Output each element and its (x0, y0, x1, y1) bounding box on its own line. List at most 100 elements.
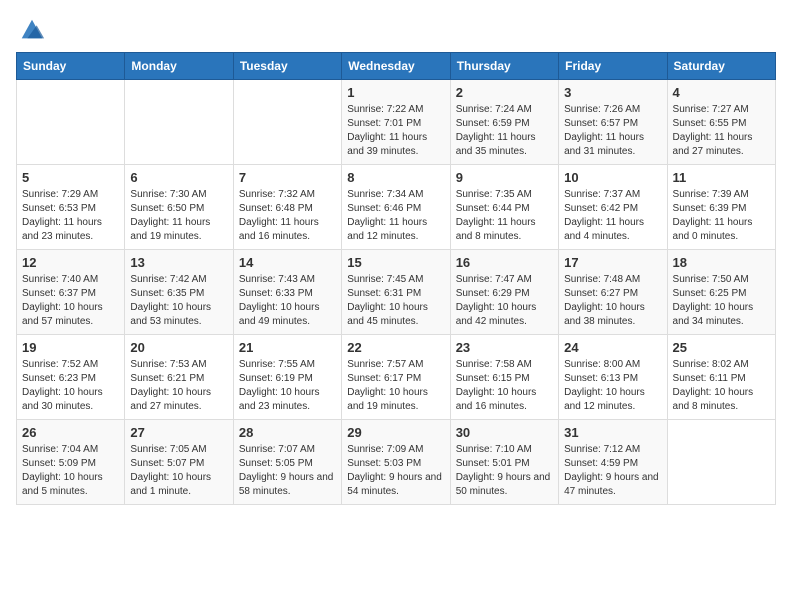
day-number: 10 (564, 170, 661, 185)
day-number: 22 (347, 340, 444, 355)
day-info: Sunrise: 7:10 AM Sunset: 5:01 PM Dayligh… (456, 443, 553, 499)
day-info: Sunrise: 7:58 AM Sunset: 6:15 PM Dayligh… (456, 358, 553, 414)
day-info: Sunrise: 7:35 AM Sunset: 6:44 PM Dayligh… (456, 188, 553, 244)
calendar-cell: 4 Sunrise: 7:27 AM Sunset: 6:55 PM Daylig… (667, 80, 775, 165)
day-number: 20 (130, 340, 227, 355)
weekday-header-monday: Monday (125, 53, 233, 80)
day-number: 14 (239, 255, 336, 270)
calendar-cell: 11 Sunrise: 7:39 AM Sunset: 6:39 PM Dayli… (667, 165, 775, 250)
day-info: Sunrise: 8:00 AM Sunset: 6:13 PM Dayligh… (564, 358, 661, 414)
day-info: Sunrise: 7:32 AM Sunset: 6:48 PM Dayligh… (239, 188, 336, 244)
day-number: 5 (22, 170, 119, 185)
day-number: 16 (456, 255, 553, 270)
calendar-cell: 8Sunrise: 7:34 AM Sunset: 6:46 PM Daylig… (342, 165, 450, 250)
calendar-cell: 15 Sunrise: 7:45 AM Sunset: 6:31 PM Dayli… (342, 250, 450, 335)
calendar-cell: 24 Sunrise: 8:00 AM Sunset: 6:13 PM Dayli… (559, 335, 667, 420)
day-number: 19 (22, 340, 119, 355)
calendar-cell (125, 80, 233, 165)
day-number: 7 (239, 170, 336, 185)
logo-icon (18, 16, 46, 44)
day-info: Sunrise: 7:37 AM Sunset: 6:42 PM Dayligh… (564, 188, 661, 244)
day-number: 2 (456, 85, 553, 100)
day-number: 9 (456, 170, 553, 185)
day-number: 18 (673, 255, 770, 270)
weekday-header-wednesday: Wednesday (342, 53, 450, 80)
calendar-cell (17, 80, 125, 165)
day-info: Sunrise: 7:57 AM Sunset: 6:17 PM Dayligh… (347, 358, 444, 414)
day-number: 12 (22, 255, 119, 270)
calendar-cell: 1Sunrise: 7:22 AM Sunset: 7:01 PM Daylig… (342, 80, 450, 165)
day-number: 8 (347, 170, 444, 185)
day-number: 15 (347, 255, 444, 270)
calendar-cell: 21 Sunrise: 7:55 AM Sunset: 6:19 PM Dayli… (233, 335, 341, 420)
day-info: Sunrise: 7:40 AM Sunset: 6:37 PM Dayligh… (22, 273, 119, 329)
calendar-cell: 13 Sunrise: 7:42 AM Sunset: 6:35 PM Dayli… (125, 250, 233, 335)
day-number: 24 (564, 340, 661, 355)
day-info: Sunrise: 7:50 AM Sunset: 6:25 PM Dayligh… (673, 273, 770, 329)
calendar-cell: 23Sunrise: 7:58 AM Sunset: 6:15 PM Dayli… (450, 335, 558, 420)
calendar-week-5: 26 Sunrise: 7:04 AM Sunset: 5:09 PM Dayli… (17, 420, 776, 505)
calendar-cell (233, 80, 341, 165)
day-number: 29 (347, 425, 444, 440)
day-info: Sunrise: 7:52 AM Sunset: 6:23 PM Dayligh… (22, 358, 119, 414)
day-info: Sunrise: 8:02 AM Sunset: 6:11 PM Dayligh… (673, 358, 770, 414)
calendar-cell: 25Sunrise: 8:02 AM Sunset: 6:11 PM Dayli… (667, 335, 775, 420)
day-info: Sunrise: 7:39 AM Sunset: 6:39 PM Dayligh… (673, 188, 770, 244)
day-number: 17 (564, 255, 661, 270)
day-info: Sunrise: 7:27 AM Sunset: 6:55 PM Dayligh… (673, 103, 770, 159)
calendar-week-1: 1Sunrise: 7:22 AM Sunset: 7:01 PM Daylig… (17, 80, 776, 165)
day-info: Sunrise: 7:45 AM Sunset: 6:31 PM Dayligh… (347, 273, 444, 329)
day-info: Sunrise: 7:48 AM Sunset: 6:27 PM Dayligh… (564, 273, 661, 329)
logo (16, 16, 46, 40)
day-number: 21 (239, 340, 336, 355)
calendar-cell: 6 Sunrise: 7:30 AM Sunset: 6:50 PM Daylig… (125, 165, 233, 250)
day-info: Sunrise: 7:55 AM Sunset: 6:19 PM Dayligh… (239, 358, 336, 414)
calendar-cell: 22 Sunrise: 7:57 AM Sunset: 6:17 PM Dayli… (342, 335, 450, 420)
day-number: 26 (22, 425, 119, 440)
day-number: 13 (130, 255, 227, 270)
page-header (16, 16, 776, 40)
day-info: Sunrise: 7:07 AM Sunset: 5:05 PM Dayligh… (239, 443, 336, 499)
calendar-cell: 28 Sunrise: 7:07 AM Sunset: 5:05 PM Dayli… (233, 420, 341, 505)
day-info: Sunrise: 7:26 AM Sunset: 6:57 PM Dayligh… (564, 103, 661, 159)
calendar-table: SundayMondayTuesdayWednesdayThursdayFrid… (16, 52, 776, 505)
calendar-cell: 18 Sunrise: 7:50 AM Sunset: 6:25 PM Dayli… (667, 250, 775, 335)
calendar-cell: 20 Sunrise: 7:53 AM Sunset: 6:21 PM Dayli… (125, 335, 233, 420)
calendar-cell: 30Sunrise: 7:10 AM Sunset: 5:01 PM Dayli… (450, 420, 558, 505)
day-info: Sunrise: 7:29 AM Sunset: 6:53 PM Dayligh… (22, 188, 119, 244)
day-number: 1 (347, 85, 444, 100)
day-info: Sunrise: 7:30 AM Sunset: 6:50 PM Dayligh… (130, 188, 227, 244)
weekday-header-tuesday: Tuesday (233, 53, 341, 80)
calendar-week-3: 12 Sunrise: 7:40 AM Sunset: 6:37 PM Dayli… (17, 250, 776, 335)
calendar-cell: 17 Sunrise: 7:48 AM Sunset: 6:27 PM Dayli… (559, 250, 667, 335)
day-info: Sunrise: 7:42 AM Sunset: 6:35 PM Dayligh… (130, 273, 227, 329)
day-info: Sunrise: 7:09 AM Sunset: 5:03 PM Dayligh… (347, 443, 444, 499)
day-number: 11 (673, 170, 770, 185)
day-number: 3 (564, 85, 661, 100)
calendar-cell: 26 Sunrise: 7:04 AM Sunset: 5:09 PM Dayli… (17, 420, 125, 505)
day-info: Sunrise: 7:12 AM Sunset: 4:59 PM Dayligh… (564, 443, 661, 499)
weekday-header-saturday: Saturday (667, 53, 775, 80)
day-info: Sunrise: 7:05 AM Sunset: 5:07 PM Dayligh… (130, 443, 227, 499)
calendar-cell: 19 Sunrise: 7:52 AM Sunset: 6:23 PM Dayli… (17, 335, 125, 420)
calendar-cell: 27 Sunrise: 7:05 AM Sunset: 5:07 PM Dayli… (125, 420, 233, 505)
calendar-week-4: 19 Sunrise: 7:52 AM Sunset: 6:23 PM Dayli… (17, 335, 776, 420)
day-number: 31 (564, 425, 661, 440)
calendar-cell: 29 Sunrise: 7:09 AM Sunset: 5:03 PM Dayli… (342, 420, 450, 505)
calendar-cell: 3 Sunrise: 7:26 AM Sunset: 6:57 PM Daylig… (559, 80, 667, 165)
day-info: Sunrise: 7:04 AM Sunset: 5:09 PM Dayligh… (22, 443, 119, 499)
calendar-cell: 31 Sunrise: 7:12 AM Sunset: 4:59 PM Dayli… (559, 420, 667, 505)
calendar-cell (667, 420, 775, 505)
weekday-header-row: SundayMondayTuesdayWednesdayThursdayFrid… (17, 53, 776, 80)
calendar-cell: 5 Sunrise: 7:29 AM Sunset: 6:53 PM Daylig… (17, 165, 125, 250)
calendar-week-2: 5 Sunrise: 7:29 AM Sunset: 6:53 PM Daylig… (17, 165, 776, 250)
weekday-header-friday: Friday (559, 53, 667, 80)
day-number: 27 (130, 425, 227, 440)
day-number: 6 (130, 170, 227, 185)
day-number: 28 (239, 425, 336, 440)
calendar-cell: 16Sunrise: 7:47 AM Sunset: 6:29 PM Dayli… (450, 250, 558, 335)
weekday-header-sunday: Sunday (17, 53, 125, 80)
day-number: 4 (673, 85, 770, 100)
calendar-body: 1Sunrise: 7:22 AM Sunset: 7:01 PM Daylig… (17, 80, 776, 505)
day-info: Sunrise: 7:53 AM Sunset: 6:21 PM Dayligh… (130, 358, 227, 414)
